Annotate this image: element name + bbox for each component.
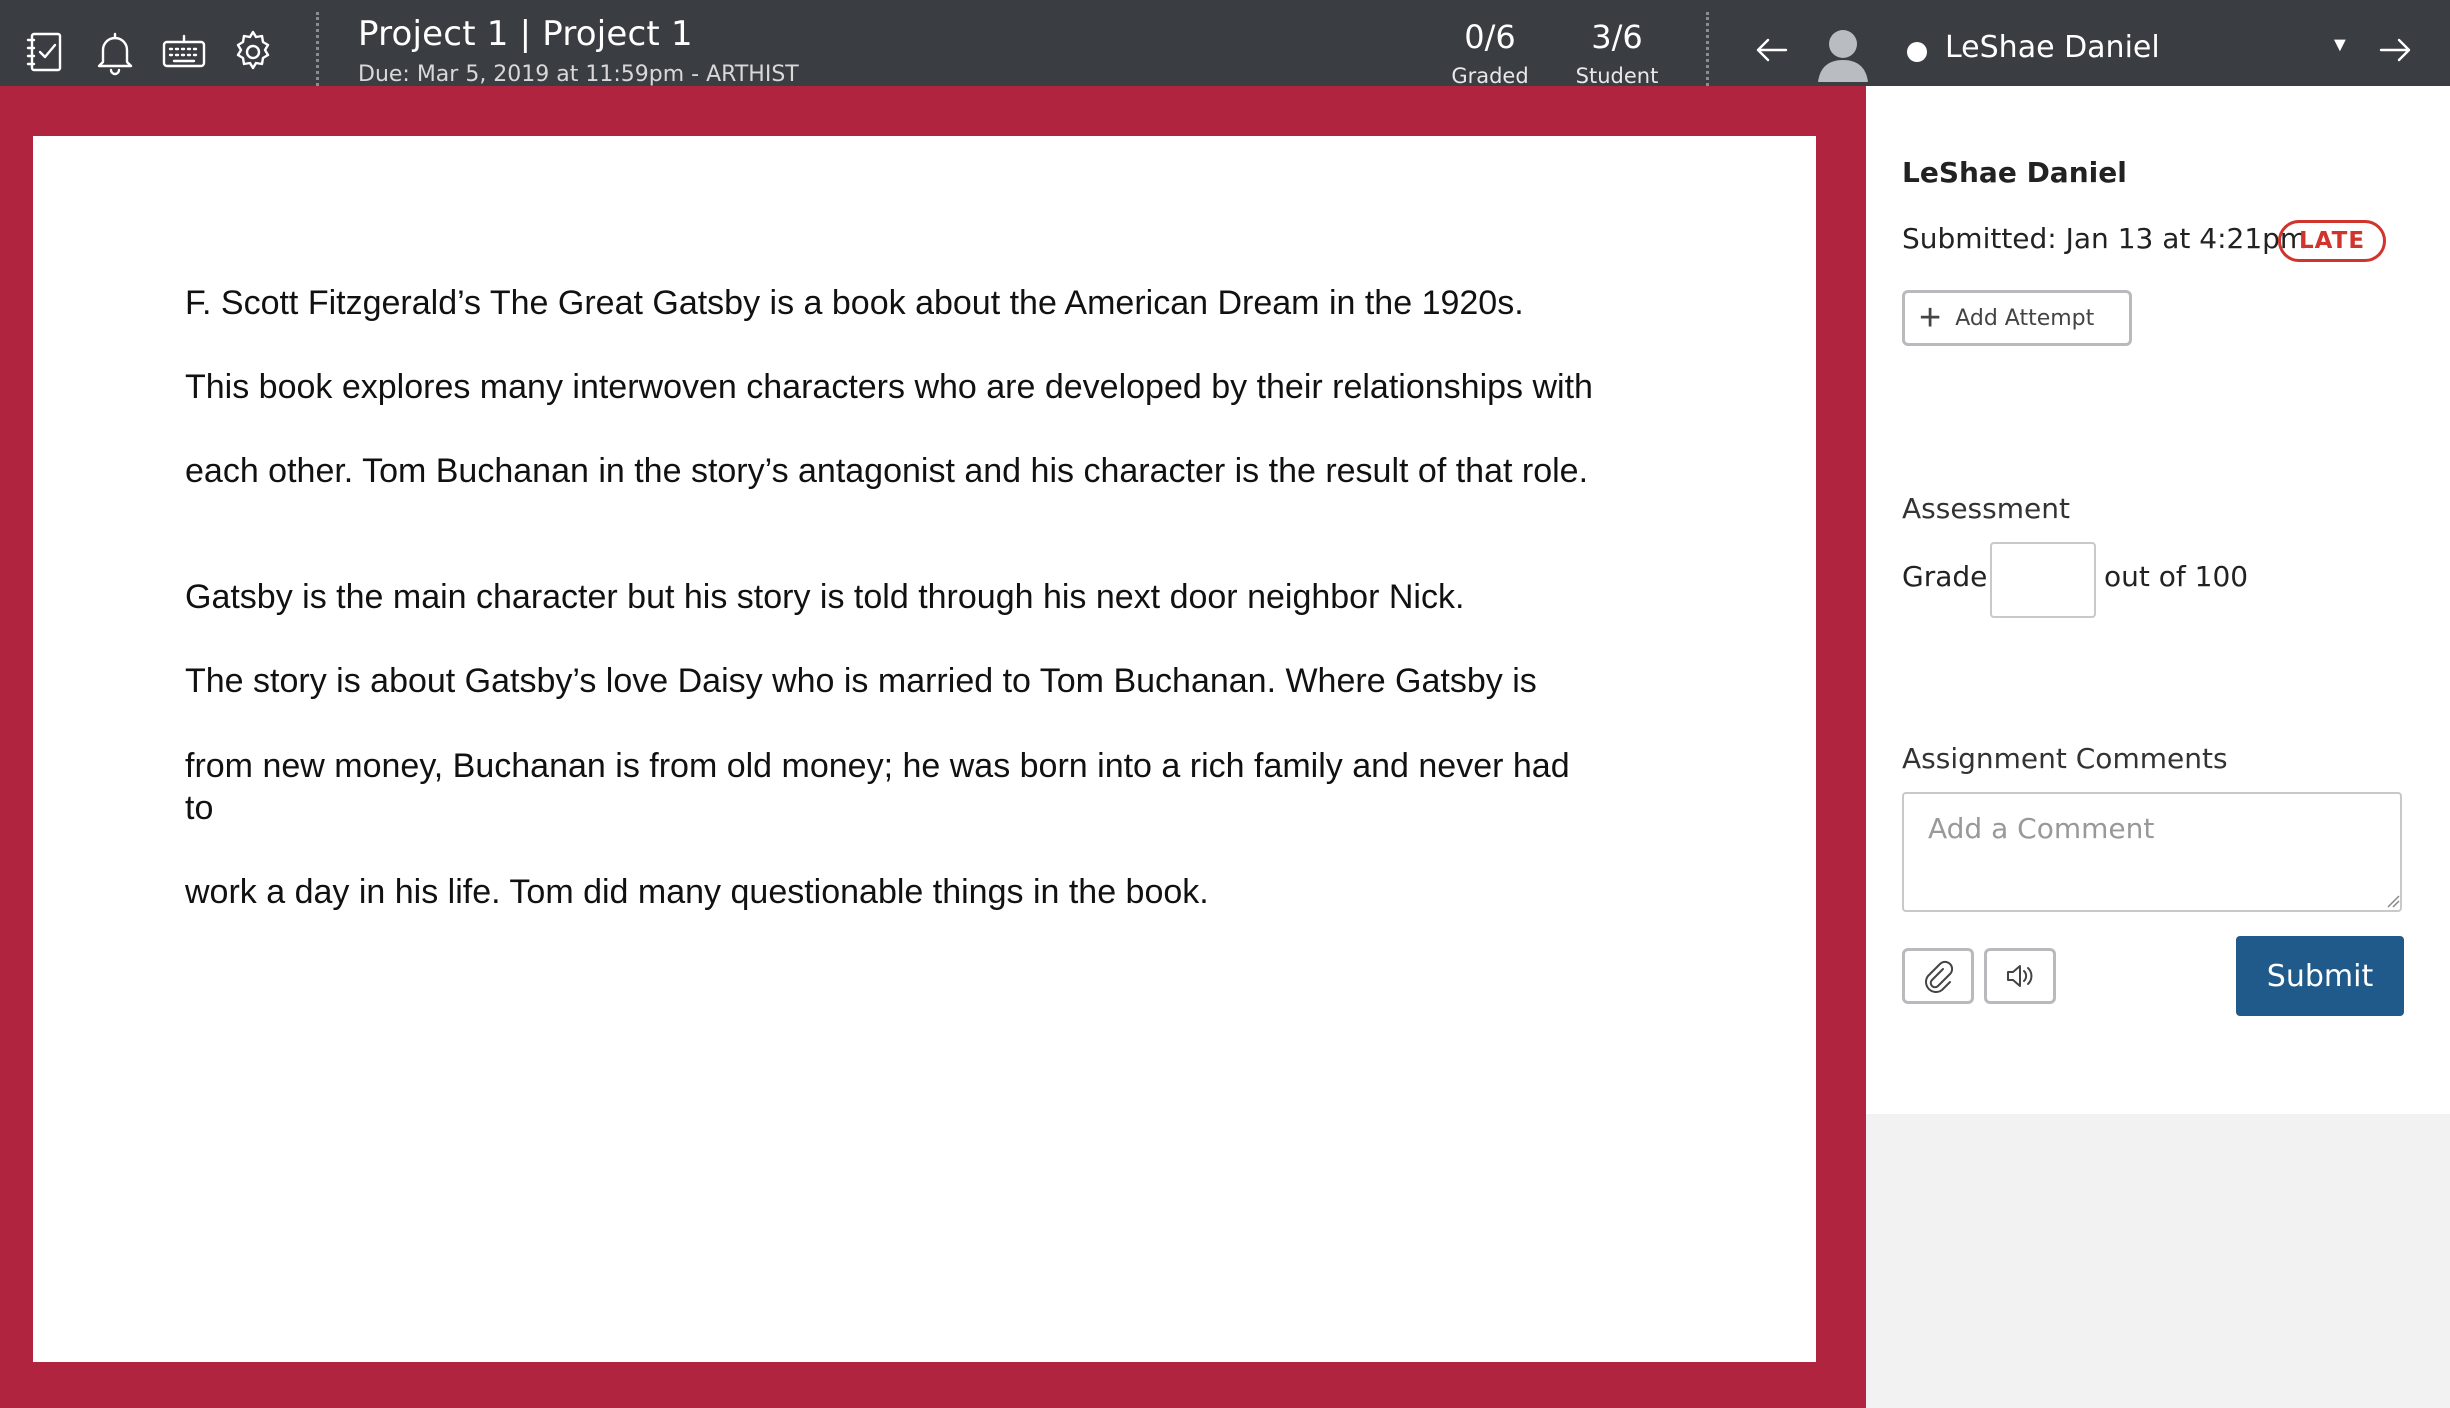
assignment-comments-heading: Assignment Comments [1902, 742, 2228, 775]
document-line: F. Scott Fitzgerald’s The Great Gatsby i… [185, 284, 1524, 322]
document-line: to [185, 789, 214, 827]
assessment-heading: Assessment [1902, 492, 2070, 525]
gear-icon[interactable] [227, 26, 279, 78]
student-label: Student [1575, 64, 1659, 88]
document-line: Gatsby is the main character but his sto… [185, 578, 1465, 616]
bell-icon[interactable] [89, 26, 141, 78]
gradebook-icon[interactable] [20, 26, 72, 78]
document-page: F. Scott Fitzgerald’s The Great Gatsby i… [33, 136, 1816, 1362]
document-line: from new money, Buchanan is from old mon… [185, 747, 1570, 785]
paperclip-icon [1925, 960, 1954, 993]
document-line: This book explores many interwoven chara… [185, 368, 1593, 406]
keyboard-icon[interactable] [158, 26, 210, 78]
plus-icon: + [1919, 297, 1942, 339]
attach-file-button[interactable] [1902, 948, 1974, 1004]
audio-comment-button[interactable] [1984, 948, 2056, 1004]
grade-out-of: out of 100 [2104, 560, 2249, 593]
previous-student-arrow-icon[interactable] [1750, 28, 1794, 72]
add-attempt-button[interactable]: + Add Attempt [1902, 290, 2132, 346]
resize-handle-icon[interactable] [2386, 894, 2400, 908]
toolbar-divider [316, 12, 319, 86]
toolbar-divider [1706, 12, 1709, 86]
document-viewer: F. Scott Fitzgerald’s The Great Gatsby i… [0, 86, 1866, 1408]
status-dot-icon [1907, 42, 1927, 62]
document-line: work a day in his life. Tom did many que… [185, 873, 1209, 911]
speaker-icon [2007, 965, 2033, 987]
submitted-timestamp: Submitted: Jan 13 at 4:21pm [1902, 222, 2308, 255]
comment-input[interactable] [1902, 792, 2402, 912]
graded-value: 0/6 [1464, 18, 1516, 56]
due-date: Due: Mar 5, 2019 at 11:59pm - ARTHIST [358, 62, 799, 87]
student-value: 3/6 [1591, 18, 1643, 56]
late-badge: LATE [2278, 220, 2387, 262]
avatar [1812, 22, 1874, 84]
top-toolbar: Project 1 | Project 1 Due: Mar 5, 2019 a… [0, 0, 2450, 88]
add-attempt-label: Add Attempt [1955, 305, 2095, 331]
assignment-title: Project 1 | Project 1 [358, 14, 693, 54]
graded-label: Graded [1451, 64, 1529, 88]
next-student-arrow-icon[interactable] [2373, 28, 2417, 72]
student-count: 3/6 Student [1570, 18, 1664, 88]
grade-input[interactable] [1990, 542, 2096, 618]
submit-button[interactable]: Submit [2236, 936, 2404, 1016]
student-name-heading: LeShae Daniel [1902, 156, 2127, 189]
chevron-down-icon[interactable]: ▼ [2330, 34, 2350, 57]
document-line: each other. Tom Buchanan in the story’s … [185, 452, 1589, 490]
document-line: The story is about Gatsby’s love Daisy w… [185, 662, 1537, 700]
student-selector[interactable]: LeShae Daniel [1945, 30, 2160, 65]
grading-panel: LeShae Daniel Submitted: Jan 13 at 4:21p… [1866, 86, 2450, 1114]
graded-count: 0/6 Graded [1448, 18, 1532, 88]
grade-label: Grade [1902, 560, 1988, 593]
